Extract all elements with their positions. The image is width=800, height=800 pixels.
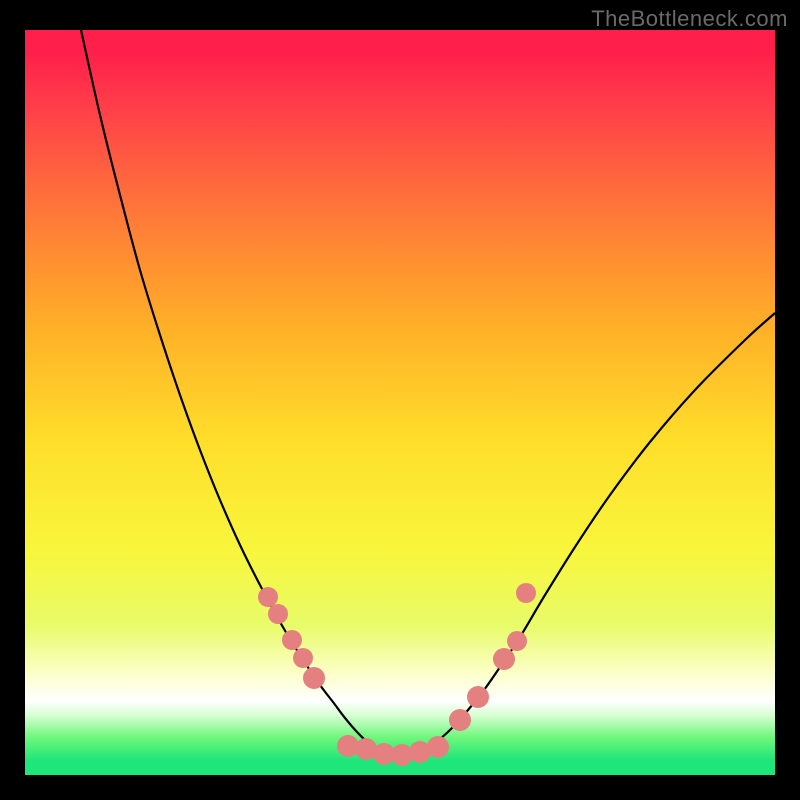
bottom-marker-6 bbox=[427, 736, 449, 758]
right-marker-1 bbox=[449, 709, 471, 731]
right-marker-3 bbox=[493, 648, 515, 670]
bottleneck-chart bbox=[0, 0, 800, 800]
left-marker-2 bbox=[268, 604, 288, 624]
left-marker-4 bbox=[293, 648, 313, 668]
watermark-text: TheBottleneck.com bbox=[591, 6, 788, 32]
plot-background bbox=[25, 30, 775, 775]
right-marker-5 bbox=[516, 583, 536, 603]
right-marker-4 bbox=[507, 631, 527, 651]
right-marker-2 bbox=[467, 686, 489, 708]
left-marker-5 bbox=[303, 667, 325, 689]
left-marker-1 bbox=[258, 587, 278, 607]
left-marker-3 bbox=[282, 630, 302, 650]
